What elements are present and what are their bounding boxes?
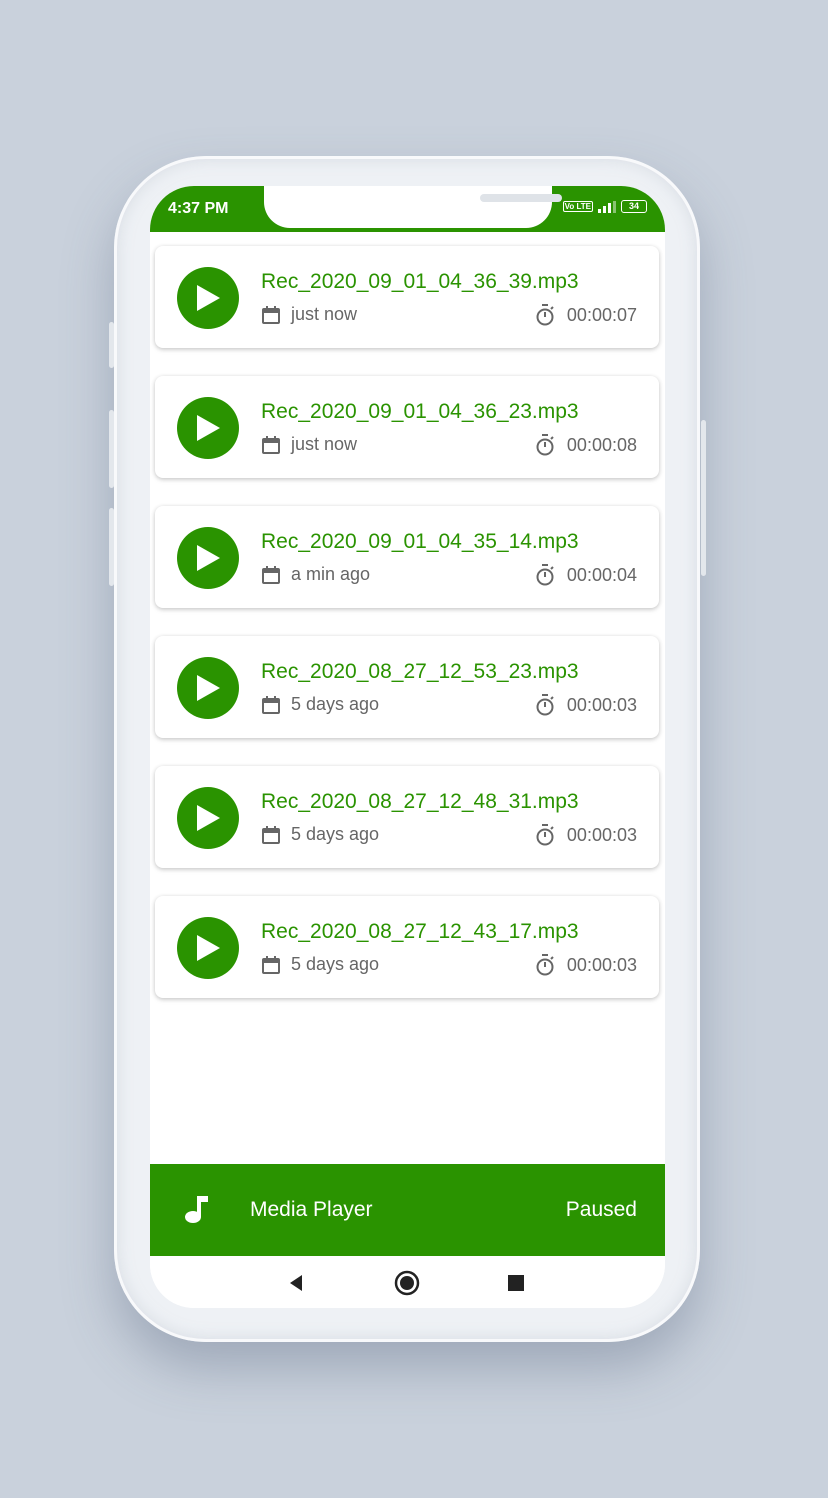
recording-card[interactable]: Rec_2020_09_01_04_35_14.mp3 a min ago 00… xyxy=(155,506,659,608)
recording-card[interactable]: Rec_2020_08_27_12_43_17.mp3 5 days ago 0… xyxy=(155,896,659,998)
recording-duration-text: 00:00:03 xyxy=(566,954,637,975)
back-button[interactable] xyxy=(283,1270,309,1296)
back-icon xyxy=(290,1275,302,1291)
recording-date: 5 days ago xyxy=(261,824,379,845)
recording-duration-text: 00:00:04 xyxy=(566,564,637,585)
timer-icon xyxy=(536,954,554,976)
recording-date: a min ago xyxy=(261,564,370,585)
media-player-title: Media Player xyxy=(250,1198,373,1221)
play-icon xyxy=(197,285,220,311)
recording-duration: 00:00:03 xyxy=(535,694,637,716)
recording-card[interactable]: Rec_2020_09_01_04_36_23.mp3 just now 00:… xyxy=(155,376,659,478)
recents-button[interactable] xyxy=(503,1270,529,1296)
calendar-icon xyxy=(262,565,280,584)
status-icons: Vo LTE 34 xyxy=(562,200,647,213)
play-button[interactable] xyxy=(177,267,239,329)
recording-card[interactable]: Rec_2020_08_27_12_48_31.mp3 5 days ago 0… xyxy=(155,766,659,868)
recording-duration-text: 00:00:03 xyxy=(566,824,637,845)
phone-side-button xyxy=(109,322,114,368)
recording-date: just now xyxy=(261,434,357,455)
recording-duration: 00:00:08 xyxy=(535,434,637,456)
speaker-grille xyxy=(480,194,562,202)
timer-icon xyxy=(536,304,554,326)
recording-date: 5 days ago xyxy=(261,954,379,975)
play-button[interactable] xyxy=(177,917,239,979)
navigation-bar xyxy=(150,1256,665,1308)
notch xyxy=(264,186,562,228)
play-icon xyxy=(197,415,220,441)
recording-date-text: 5 days ago xyxy=(291,824,380,844)
recording-name: Rec_2020_09_01_04_36_23.mp3 xyxy=(261,400,579,423)
recording-date-text: just now xyxy=(291,304,358,324)
home-icon xyxy=(394,1270,420,1296)
play-button[interactable] xyxy=(177,397,239,459)
timer-icon xyxy=(536,434,554,456)
recording-duration: 00:00:07 xyxy=(535,304,637,326)
volte-icon: Vo LTE xyxy=(562,201,593,212)
recording-name: Rec_2020_08_27_12_43_17.mp3 xyxy=(261,920,579,943)
recording-name: Rec_2020_08_27_12_48_31.mp3 xyxy=(261,790,579,813)
recording-date: just now xyxy=(261,304,357,325)
recording-date-text: 5 days ago xyxy=(291,954,380,974)
play-button[interactable] xyxy=(177,657,239,719)
battery-level: 34 xyxy=(628,201,639,211)
signal-icon xyxy=(598,200,616,213)
phone-power-button xyxy=(701,420,706,576)
recording-date: 5 days ago xyxy=(261,694,379,715)
calendar-icon xyxy=(262,695,280,714)
calendar-icon xyxy=(262,435,280,454)
recording-name: Rec_2020_08_27_12_53_23.mp3 xyxy=(261,660,579,683)
calendar-icon xyxy=(262,305,280,324)
play-icon xyxy=(197,675,220,701)
recording-name: Rec_2020_09_01_04_35_14.mp3 xyxy=(261,530,579,553)
media-player-bar[interactable]: Media Player Paused xyxy=(150,1164,665,1256)
play-button[interactable] xyxy=(177,787,239,849)
calendar-icon xyxy=(262,825,280,844)
recording-duration-text: 00:00:08 xyxy=(566,434,637,455)
recording-card[interactable]: Rec_2020_09_01_04_36_39.mp3 just now 00:… xyxy=(155,246,659,348)
recording-duration-text: 00:00:03 xyxy=(566,694,637,715)
recording-duration: 00:00:03 xyxy=(535,954,637,976)
play-icon xyxy=(197,545,220,571)
recording-date-text: 5 days ago xyxy=(291,694,380,714)
recents-icon xyxy=(508,1275,524,1291)
recording-date-text: a min ago xyxy=(291,564,371,584)
media-player-state: Paused xyxy=(565,1198,637,1221)
play-icon xyxy=(197,935,220,961)
recording-duration: 00:00:04 xyxy=(535,564,637,586)
phone-volume-down xyxy=(109,508,114,586)
screen: 4:37 PM Vo LTE 34 Rec_2020_09_01_04_36_3… xyxy=(150,186,665,1308)
home-button[interactable] xyxy=(394,1270,420,1296)
battery-icon: 34 xyxy=(621,200,647,213)
status-time: 4:37 PM xyxy=(168,200,229,217)
calendar-icon xyxy=(262,955,280,974)
play-icon xyxy=(197,805,220,831)
recording-duration: 00:00:03 xyxy=(535,824,637,846)
play-button[interactable] xyxy=(177,527,239,589)
recording-card[interactable]: Rec_2020_08_27_12_53_23.mp3 5 days ago 0… xyxy=(155,636,659,738)
timer-icon xyxy=(536,694,554,716)
music-note-icon xyxy=(185,1196,208,1223)
timer-icon xyxy=(536,564,554,586)
phone-volume-up xyxy=(109,410,114,488)
recording-name: Rec_2020_09_01_04_36_39.mp3 xyxy=(261,270,579,293)
recording-date-text: just now xyxy=(291,434,358,454)
recording-duration-text: 00:00:07 xyxy=(566,304,637,325)
timer-icon xyxy=(536,824,554,846)
